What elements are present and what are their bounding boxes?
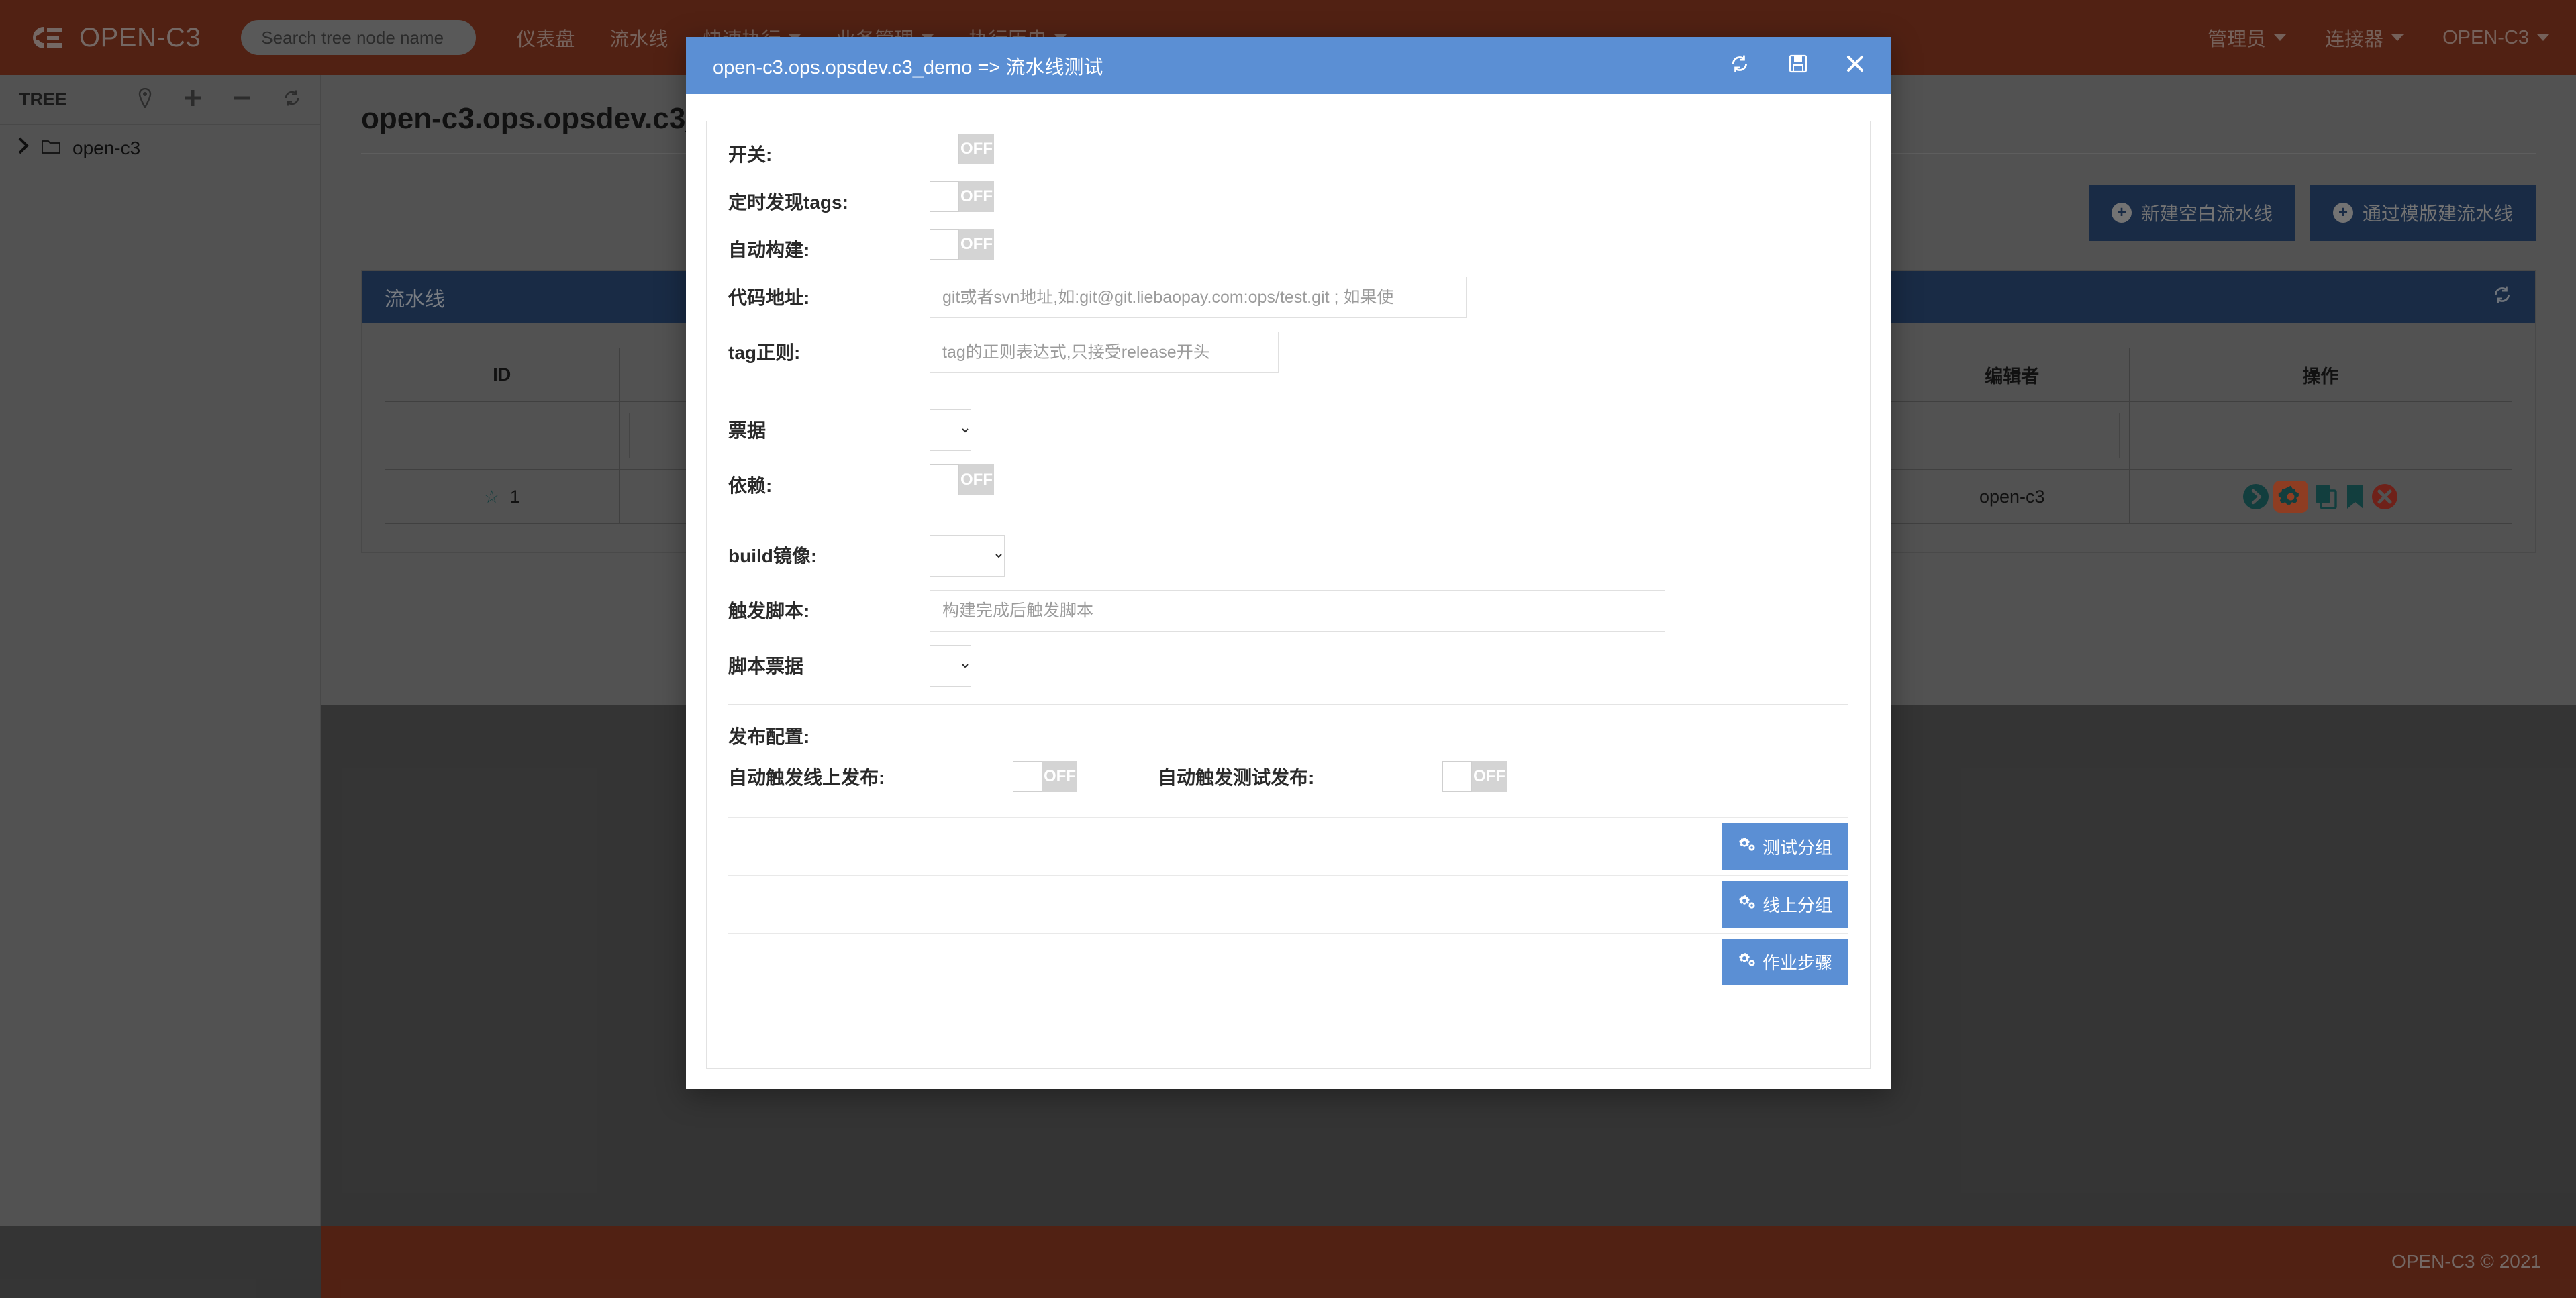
field-switch: 开关: OFF	[728, 134, 1848, 168]
job-steps-row: 作业步骤	[728, 934, 1848, 991]
toggle-state: OFF	[1472, 767, 1507, 786]
toggle-knob	[930, 229, 959, 260]
field-auto-build: 自动构建: OFF	[728, 229, 1848, 263]
publish-online-toggle[interactable]: OFF	[1013, 761, 1077, 792]
field-auto-build-label: 自动构建:	[728, 229, 930, 262]
pipeline-config-modal: open-c3.ops.opsdev.c3_demo => 流水线测试 开关:	[686, 37, 1891, 1089]
button-label: 作业步骤	[1763, 950, 1832, 975]
publish-test-label: 自动触发测试发布:	[1158, 763, 1314, 790]
field-code-address-label: 代码地址:	[728, 277, 930, 310]
save-icon[interactable]	[1789, 54, 1807, 77]
publish-online-label: 自动触发线上发布:	[728, 763, 885, 790]
spacer	[728, 387, 1848, 409]
field-credential: 票据	[728, 409, 1848, 451]
publish-online-item: 自动触发线上发布: OFF	[728, 761, 1158, 792]
modal-header-actions	[1730, 54, 1864, 78]
toggle-knob	[1442, 761, 1472, 792]
test-group-row: 测试分组	[728, 818, 1848, 875]
button-label: 线上分组	[1763, 892, 1832, 917]
scheduled-tags-toggle[interactable]: OFF	[930, 181, 994, 212]
field-tag-regex-label: tag正则:	[728, 332, 930, 365]
modal-body: 开关: OFF 定时发现tags: OFF	[686, 94, 1891, 1089]
field-dependency-label: 依赖:	[728, 464, 930, 498]
gears-icon	[1738, 836, 1756, 857]
toggle-state: OFF	[959, 187, 994, 206]
field-credential-label: 票据	[728, 409, 930, 443]
toggle-state: OFF	[959, 140, 994, 158]
close-icon[interactable]	[1846, 55, 1864, 77]
gears-icon	[1738, 894, 1756, 915]
publish-test-item: 自动触发测试发布: OFF	[1158, 761, 1587, 792]
field-trigger-script: 触发脚本:	[728, 590, 1848, 632]
pipeline-config-form: 开关: OFF 定时发现tags: OFF	[706, 121, 1871, 1069]
field-tag-regex: tag正则:	[728, 332, 1848, 373]
test-group-button[interactable]: 测试分组	[1722, 823, 1848, 870]
modal-title: open-c3.ops.opsdev.c3_demo => 流水线测试	[713, 52, 1103, 80]
spacer	[728, 512, 1848, 535]
toggle-state: OFF	[959, 235, 994, 254]
field-script-credential-label: 脚本票据	[728, 645, 930, 679]
field-switch-label: 开关:	[728, 134, 930, 167]
page-root: OPEN-C3 仪表盘 流水线 快速执行 业务管理 执行历史	[0, 0, 2576, 1298]
toggle-knob	[930, 464, 959, 495]
toggle-state: OFF	[959, 470, 994, 489]
publish-config-title: 发布配置:	[728, 722, 1848, 749]
toggle-knob	[930, 134, 959, 164]
job-steps-button[interactable]: 作业步骤	[1722, 939, 1848, 985]
field-script-credential: 脚本票据	[728, 645, 1848, 687]
online-group-row: 线上分组	[728, 876, 1848, 933]
switch-toggle[interactable]: OFF	[930, 134, 994, 164]
toggle-state: OFF	[1042, 767, 1077, 786]
publish-config-row: 自动触发线上发布: OFF 自动触发测试发布: OFF	[728, 761, 1848, 792]
field-build-image: build镜像:	[728, 535, 1848, 577]
code-address-input[interactable]	[930, 277, 1467, 318]
credential-select[interactable]	[930, 409, 971, 451]
modal-header: open-c3.ops.opsdev.c3_demo => 流水线测试	[686, 37, 1891, 94]
build-image-select[interactable]	[930, 535, 1005, 577]
divider	[728, 704, 1848, 705]
publish-test-toggle[interactable]: OFF	[1442, 761, 1507, 792]
field-scheduled-tags: 定时发现tags: OFF	[728, 181, 1848, 215]
field-trigger-script-label: 触发脚本:	[728, 590, 930, 623]
dependency-toggle[interactable]: OFF	[930, 464, 994, 495]
toggle-knob	[1013, 761, 1042, 792]
field-code-address: 代码地址:	[728, 277, 1848, 318]
spacer	[728, 792, 1848, 817]
field-scheduled-tags-label: 定时发现tags:	[728, 181, 930, 215]
field-build-image-label: build镜像:	[728, 535, 930, 568]
button-label: 测试分组	[1763, 834, 1832, 859]
gears-icon	[1738, 952, 1756, 972]
script-credential-select[interactable]	[930, 645, 971, 687]
toggle-knob	[930, 181, 959, 212]
field-dependency: 依赖: OFF	[728, 464, 1848, 499]
tag-regex-input[interactable]	[930, 332, 1279, 373]
online-group-button[interactable]: 线上分组	[1722, 881, 1848, 928]
auto-build-toggle[interactable]: OFF	[930, 229, 994, 260]
refresh-icon[interactable]	[1730, 54, 1750, 78]
trigger-script-input[interactable]	[930, 590, 1665, 632]
